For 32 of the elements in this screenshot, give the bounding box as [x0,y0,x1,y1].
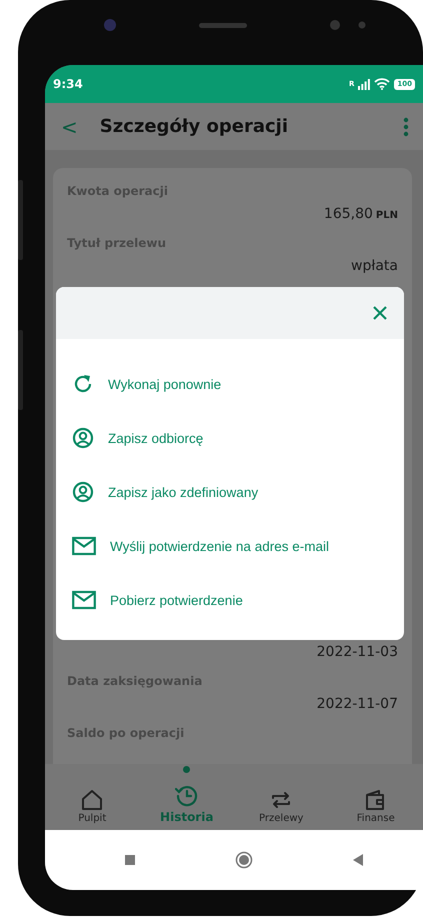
speaker-grille [199,23,247,28]
nav-tab[interactable]: Pulpit [45,764,140,830]
signal-icon [358,78,370,90]
amount-value: 165,80 PLN [324,206,398,222]
nav-tab[interactable]: Finanse [328,764,423,830]
menu-option[interactable]: Wyślij potwierdzenie na adres e-mail [56,519,404,573]
user-icon [72,481,94,503]
back-triangle-button[interactable] [353,854,363,866]
menu-option[interactable]: Zapisz odbiorcę [56,411,404,465]
close-icon [372,305,388,321]
detail-value: 2022-11-07 [316,696,398,712]
history-icon [174,784,199,808]
home-icon [81,789,104,811]
wallet-icon [364,789,387,811]
mail-icon [72,590,96,610]
transfer-icon [270,789,292,811]
refresh-icon [72,373,94,395]
more-options-icon[interactable] [403,116,409,136]
status-time: 9:34 [53,77,83,91]
screen-title: Szczegóły operacji [100,116,289,137]
detail-value: 2022-11-03 [316,644,398,660]
menu-option[interactable]: Zapisz jako zdefiniowany [56,465,404,519]
mail-icon [72,536,96,556]
detail-value: wpłata [351,258,398,274]
user-icon [72,427,94,449]
menu-option[interactable]: Wykonaj ponownie [56,357,404,411]
nav-tab[interactable]: Przelewy [234,764,328,830]
menu-option[interactable]: Pobierz potwierdzenie [56,573,404,627]
active-indicator-dot [183,766,190,773]
home-button[interactable] [235,851,253,869]
wifi-icon [374,78,390,90]
camera-icon [103,18,117,32]
